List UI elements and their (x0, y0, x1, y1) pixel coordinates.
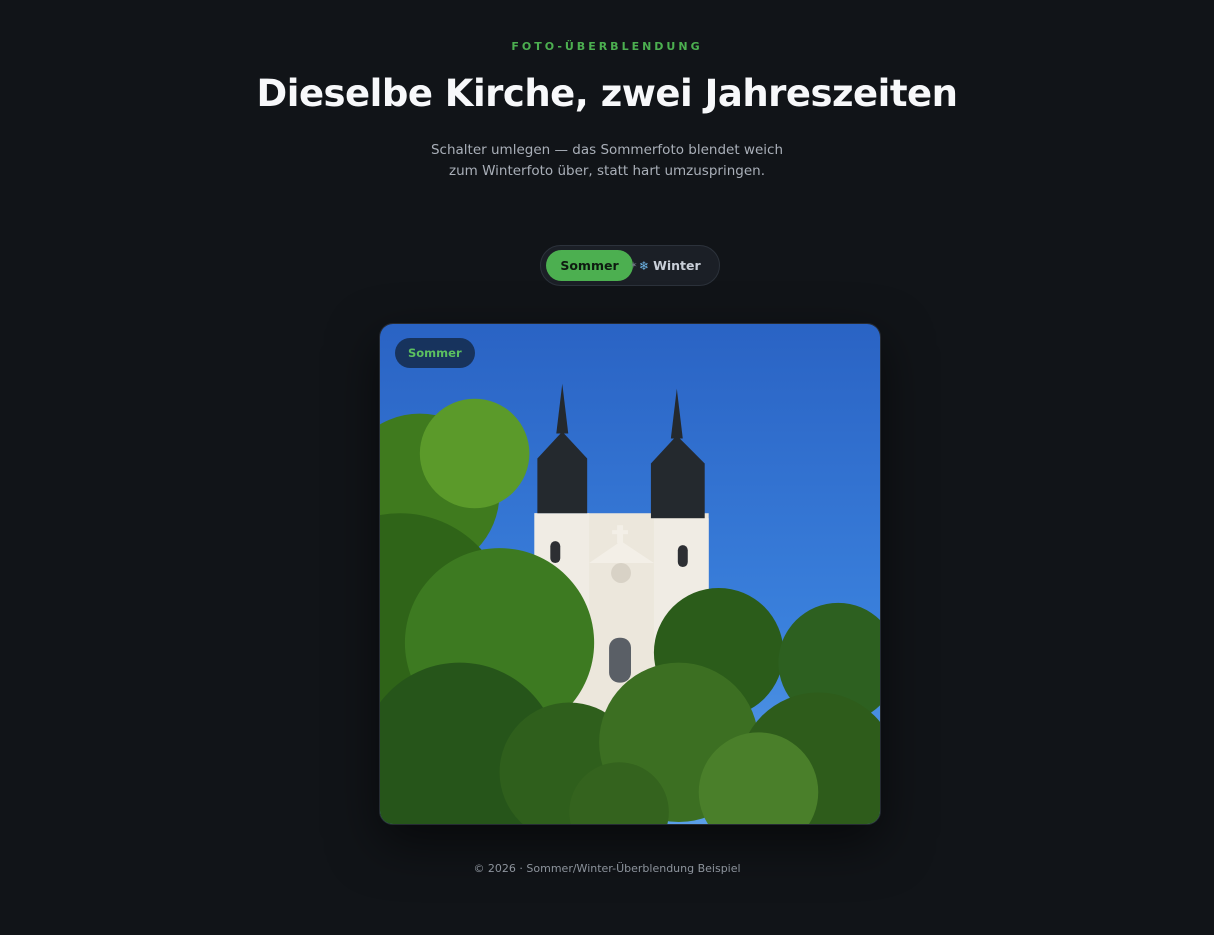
season-toggle[interactable]: ✶ Sommer ❄ Winter (540, 245, 720, 286)
subtitle-line-2: zum Winterfoto über, statt hart umzuspri… (449, 163, 765, 179)
toggle-option-winter[interactable]: ❄ Winter (639, 250, 717, 281)
page: FOTO-ÜBERBLENDUNG Dieselbe Kirche, zwei … (0, 0, 1214, 935)
snowflake-icon: ❄ (639, 259, 650, 273)
subtitle-line-1: Schalter umlegen — das Sommerfoto blende… (430, 142, 783, 158)
toggle-option-winter-label: Winter (653, 258, 701, 273)
toggle-option-summer[interactable]: Sommer (546, 250, 633, 281)
footer: © 2026 · Sommer/Winter-Überblendung Beis… (473, 862, 741, 875)
eyebrow-label: FOTO-ÜBERBLENDUNG (511, 40, 703, 53)
season-badge: Sommer (395, 338, 475, 368)
page-subtitle: Schalter umlegen — das Sommerfoto blende… (0, 140, 1214, 182)
page-title: Dieselbe Kirche, zwei Jahreszeiten (256, 72, 958, 115)
church-photo (380, 324, 880, 824)
photo-card: Sommer (379, 323, 881, 825)
